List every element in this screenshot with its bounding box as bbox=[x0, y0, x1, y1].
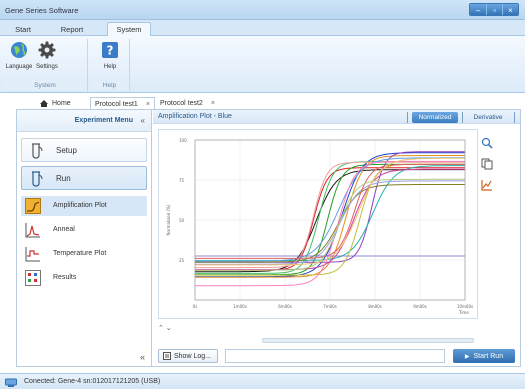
experiment-menu: Experiment Menu « Setup Run Amplificatio… bbox=[17, 110, 152, 366]
horizontal-scrollbar[interactable] bbox=[262, 338, 474, 343]
y-axis-label: Normalized (%) bbox=[166, 204, 171, 235]
expand-collapse-icon[interactable]: ⌃ ⌄ bbox=[158, 324, 172, 332]
sidebar-item-results[interactable]: Results bbox=[21, 268, 147, 288]
chart-export-icon[interactable] bbox=[481, 179, 493, 191]
temperature-plot-icon bbox=[25, 247, 40, 262]
experiment-menu-header: Experiment Menu « bbox=[17, 110, 151, 132]
chart-tools bbox=[481, 137, 501, 200]
ribbon-group-help: ? Help Help bbox=[90, 39, 130, 91]
settings-button[interactable]: Settings bbox=[33, 41, 61, 70]
sidebar-item-label: Temperature Plot bbox=[53, 250, 107, 257]
zoom-icon[interactable] bbox=[481, 137, 493, 149]
anneal-icon bbox=[25, 223, 40, 238]
setup-tube-icon bbox=[32, 143, 43, 159]
x-tick-label: 0s bbox=[193, 304, 198, 309]
copy-icon[interactable] bbox=[481, 158, 493, 170]
mode-separator bbox=[407, 112, 408, 123]
globe-icon bbox=[11, 42, 27, 58]
log-icon bbox=[163, 352, 171, 360]
log-output-field[interactable] bbox=[225, 349, 445, 363]
status-bar: Conected: Gene-4 sn:012017121205 (USB) bbox=[0, 373, 525, 389]
derivative-button[interactable]: Derivative bbox=[466, 112, 510, 123]
button-label: Settings bbox=[36, 64, 58, 70]
title-bar: Gene Series Software – ▫ × bbox=[0, 0, 525, 20]
sidebar-item-label: Amplification Plot bbox=[53, 202, 107, 209]
plot-header: Amplification Plot - Blue Normalized Der… bbox=[153, 110, 520, 124]
sidebar-item-label: Anneal bbox=[53, 226, 75, 233]
main-content: Experiment Menu « Setup Run Amplificatio… bbox=[16, 109, 521, 367]
ribbon-group-system: Language Settings System bbox=[3, 39, 88, 91]
x-tick-label: 9m00s bbox=[413, 304, 427, 309]
help-button[interactable]: ? Help bbox=[96, 41, 124, 70]
x-tick-label: 8m00s bbox=[368, 304, 382, 309]
play-icon: ▶ bbox=[464, 353, 470, 360]
section-label: Setup bbox=[56, 146, 77, 155]
bottom-action-bar: Show Log... ▶ Start Run bbox=[153, 346, 520, 366]
window-controls: – ▫ × bbox=[469, 3, 519, 16]
x-tick-label: 1m00s bbox=[233, 304, 247, 309]
run-tube-icon bbox=[32, 171, 43, 187]
y-tick-label: 100 bbox=[179, 138, 187, 143]
tab-label: Report bbox=[60, 24, 84, 34]
y-tick-label: 75 bbox=[179, 178, 185, 183]
button-label: Start Run bbox=[473, 352, 504, 360]
y-tick-label: 50 bbox=[179, 218, 185, 223]
button-label: Language bbox=[5, 64, 33, 70]
home-icon bbox=[40, 100, 48, 107]
language-button[interactable]: Language bbox=[5, 41, 33, 70]
sidebar-section-run[interactable]: Run bbox=[21, 166, 147, 190]
mode-separator bbox=[514, 112, 515, 123]
tab-start[interactable]: Start bbox=[6, 22, 40, 36]
x-axis-label: Time bbox=[458, 310, 469, 315]
window-title: Gene Series Software bbox=[5, 6, 79, 15]
sidebar-item-amplification-plot[interactable]: Amplification Plot bbox=[21, 196, 147, 216]
tab-report[interactable]: Report bbox=[52, 22, 92, 36]
close-tab-icon[interactable]: × bbox=[211, 100, 215, 107]
tab-system[interactable]: System bbox=[107, 22, 151, 36]
tab-label: Start bbox=[15, 24, 31, 34]
connection-status: Conected: Gene-4 sn:012017121205 (USB) bbox=[24, 378, 161, 385]
restore-icon[interactable]: ▫ bbox=[486, 4, 502, 15]
button-label: Show Log... bbox=[174, 352, 211, 360]
tab-label: System bbox=[116, 25, 142, 34]
section-label: Run bbox=[56, 174, 71, 183]
experiment-menu-title: Experiment Menu bbox=[74, 117, 133, 124]
amplification-chart-svg: 100 75 50 25 0s 1m00s 6m00s 7m00s 8m00s 9m00s 10m0… bbox=[166, 138, 473, 315]
close-tab-icon[interactable]: × bbox=[146, 101, 150, 108]
results-grid-icon bbox=[25, 270, 41, 286]
tab-label: Protocol test2 bbox=[160, 100, 203, 107]
sidebar-item-anneal[interactable]: Anneal bbox=[21, 220, 147, 240]
tab-label: Protocol test1 bbox=[95, 100, 138, 108]
normalized-button[interactable]: Normalized bbox=[412, 112, 458, 123]
collapse-menu-icon[interactable]: « bbox=[141, 116, 145, 125]
tab-label: Home bbox=[52, 100, 71, 107]
help-icon: ? bbox=[102, 42, 118, 58]
sidebar-section-setup[interactable]: Setup bbox=[21, 138, 147, 162]
minimize-icon[interactable]: – bbox=[470, 4, 486, 15]
close-icon[interactable]: × bbox=[502, 4, 518, 15]
sidebar-item-temperature-plot[interactable]: Temperature Plot bbox=[21, 244, 147, 264]
amplification-plot-icon bbox=[25, 198, 41, 214]
gear-icon bbox=[38, 41, 56, 59]
ribbon-panel: Language Settings System ? Help Help bbox=[0, 36, 525, 93]
button-label: Help bbox=[103, 64, 117, 70]
connection-icon bbox=[5, 378, 17, 387]
mode-separator bbox=[462, 112, 463, 123]
plot-title: Amplification Plot - Blue bbox=[158, 113, 232, 120]
show-log-button[interactable]: Show Log... bbox=[158, 349, 218, 363]
ribbon-tab-bar: Start Report System bbox=[0, 20, 525, 36]
x-tick-label: 10m00s bbox=[457, 304, 473, 309]
svg-text:?: ? bbox=[107, 44, 114, 58]
start-run-button[interactable]: ▶ Start Run bbox=[453, 349, 515, 363]
x-tick-label: 6m00s bbox=[278, 304, 292, 309]
ribbon-group-label: Help bbox=[90, 81, 129, 90]
collapse-sidebar-icon[interactable]: « bbox=[140, 352, 145, 362]
sidebar-item-label: Results bbox=[53, 274, 77, 281]
plot-nav: ⌃ ⌄ bbox=[158, 324, 518, 334]
ribbon-group-label: System bbox=[3, 81, 87, 90]
y-tick-label: 25 bbox=[179, 258, 185, 263]
x-tick-label: 7m00s bbox=[323, 304, 337, 309]
amplification-chart[interactable]: 100 75 50 25 0s 1m00s 6m00s 7m00s 8m00s 9m00s 10m0… bbox=[158, 129, 478, 319]
